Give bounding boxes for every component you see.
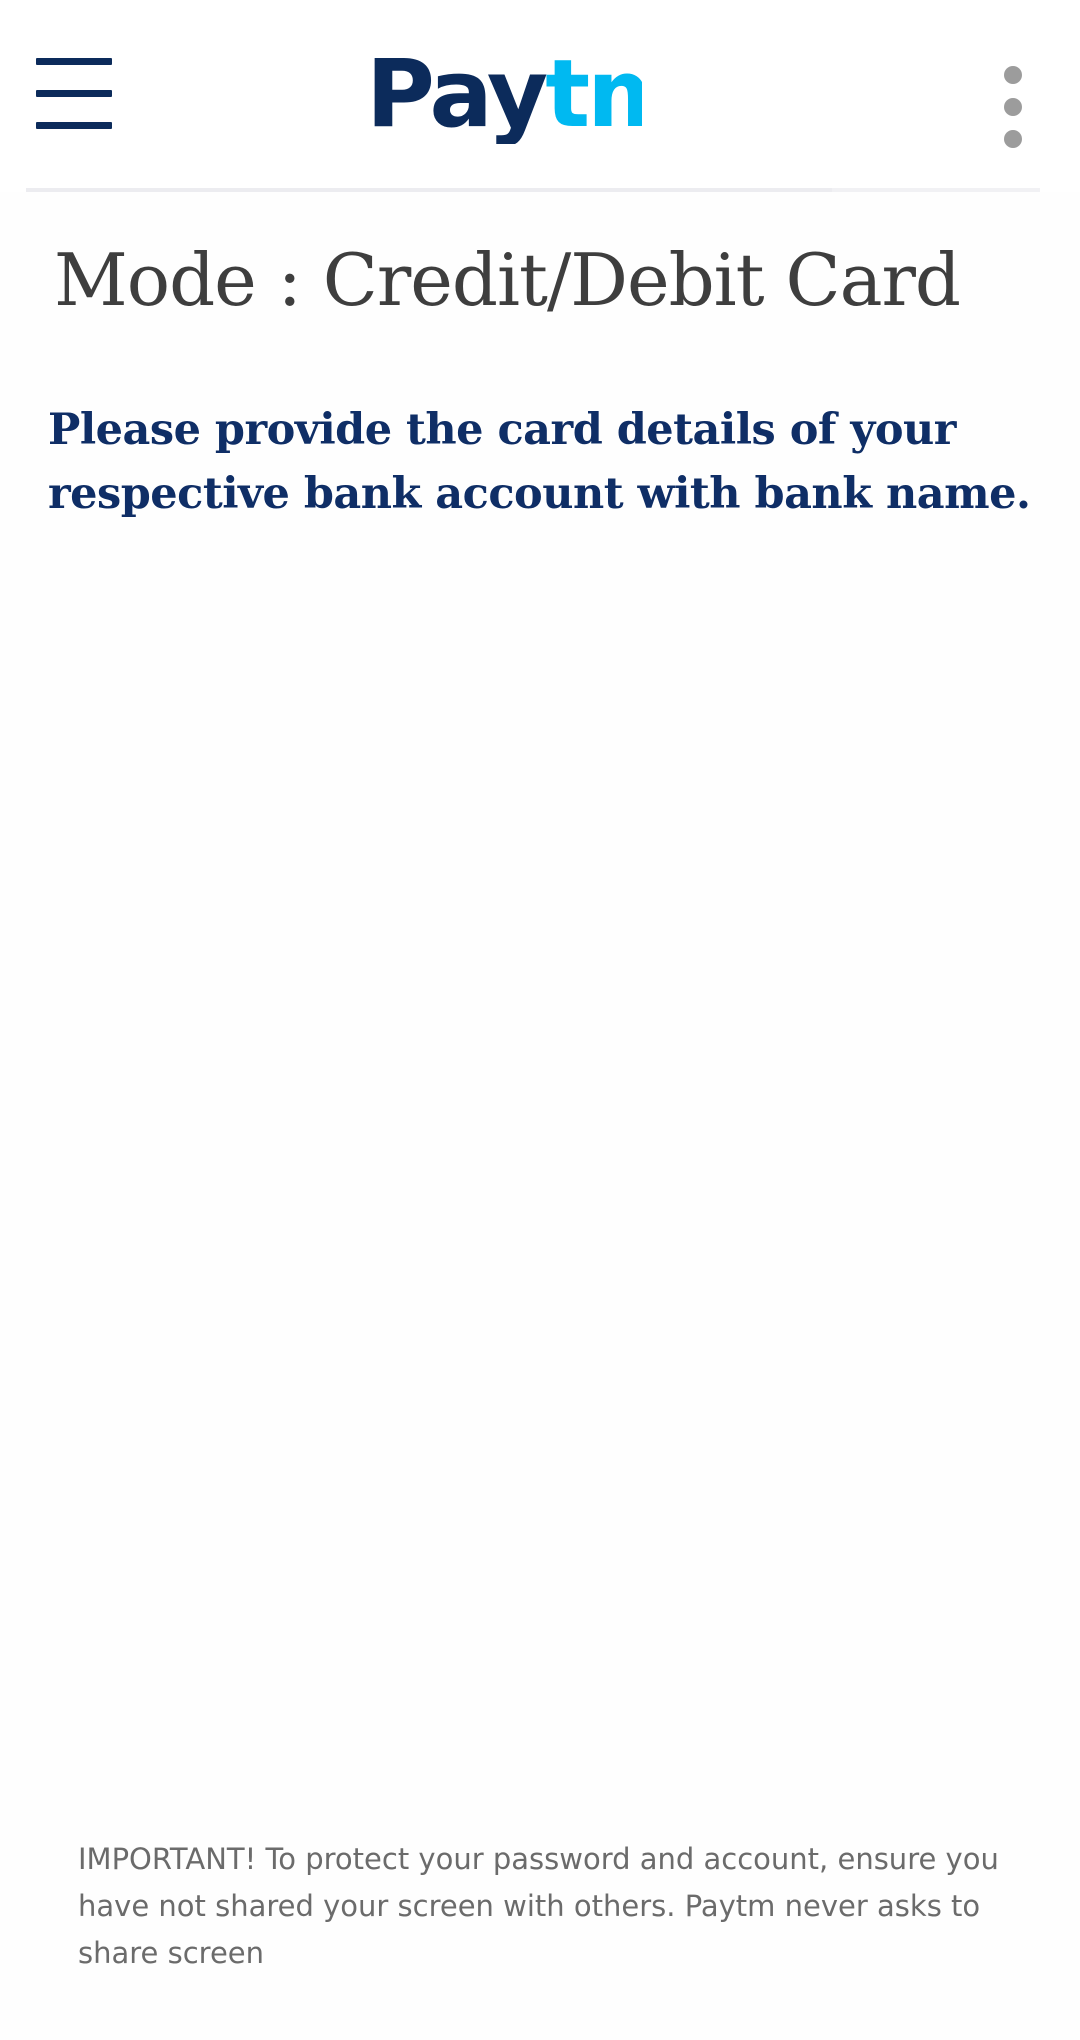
card-details-instruction: Please provide the card details of your …	[48, 405, 1031, 519]
more-vertical-icon[interactable]	[994, 66, 1034, 150]
header-divider-right	[832, 188, 1040, 192]
svg-text:Paytm: Paytm	[366, 44, 642, 144]
header-divider	[26, 188, 832, 192]
security-notice: IMPORTANT! To protect your password and …	[78, 1842, 999, 1970]
hamburger-menu-icon[interactable]	[36, 58, 114, 129]
logo-text-tm: tm	[545, 44, 642, 144]
payment-mode-title: Mode : Credit/Debit Card	[54, 238, 961, 322]
logo-text-pay: Pay	[366, 44, 547, 144]
paytm-logo: Paytm	[366, 44, 642, 144]
app-header: Paytm	[0, 0, 1080, 192]
